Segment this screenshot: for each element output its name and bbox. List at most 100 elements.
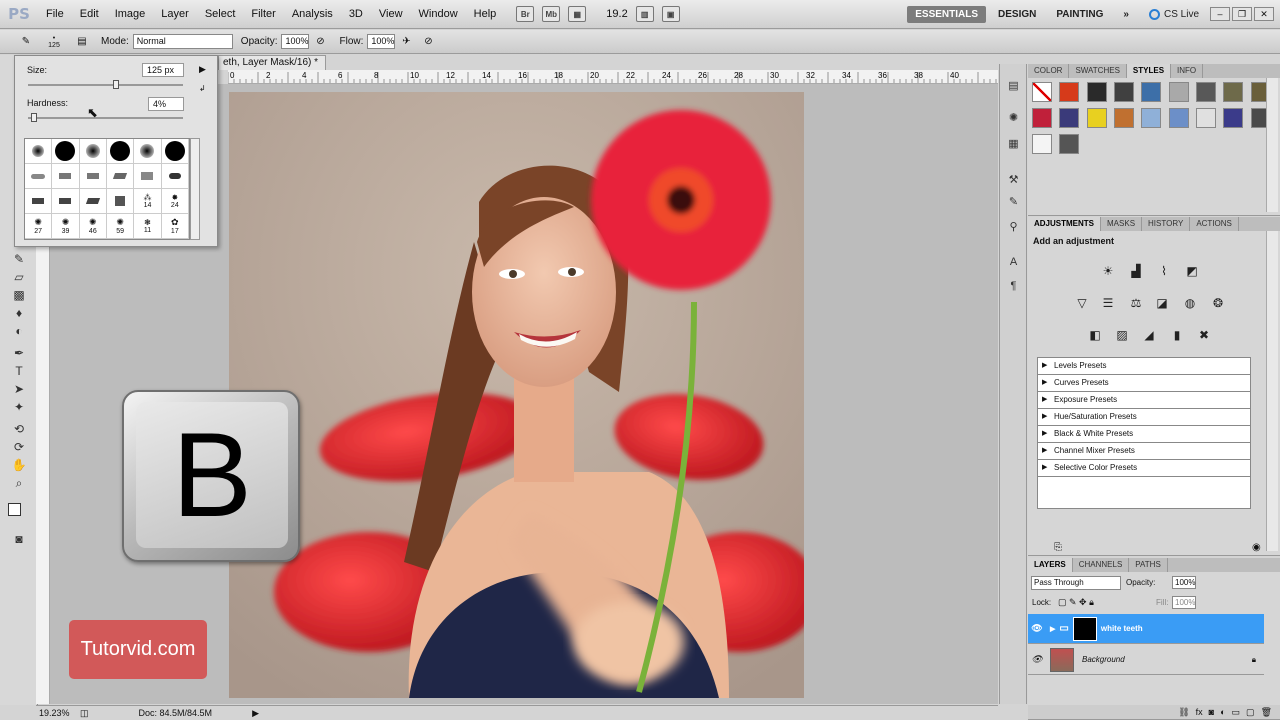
screen-mode-icon[interactable]: ▣	[661, 6, 680, 22]
brush-tip[interactable]: ✺ 27	[25, 214, 53, 239]
quick-mask-icon[interactable]: ◙	[10, 531, 28, 547]
brush-tips-grid[interactable]: ⁂ 14 ✸ 24 ✺ 27 ✺ 39 ✺ 46 ✺ 59 ❃ 11 ✿ 17	[24, 138, 190, 240]
expand-triangle-icon[interactable]: ▶	[1042, 375, 1047, 391]
menu-3d[interactable]: 3D	[341, 0, 371, 29]
hand-tool-icon[interactable]: ✋	[10, 457, 28, 473]
brush-tip[interactable]: ✿ 17	[161, 214, 189, 239]
layer-name[interactable]: Background	[1082, 655, 1125, 664]
menu-analysis[interactable]: Analysis	[284, 0, 341, 29]
brush-tip[interactable]	[79, 164, 107, 189]
style-swatch[interactable]	[1059, 108, 1080, 128]
black-white-icon[interactable]: ◪	[1152, 294, 1172, 312]
layer-thumbnail[interactable]	[1050, 647, 1074, 672]
style-swatch[interactable]	[1032, 108, 1052, 128]
tab-adjustments[interactable]: ADJUSTMENTS	[1028, 217, 1102, 231]
fill-field[interactable]: 100%	[1172, 596, 1196, 609]
blend-mode-select[interactable]: Pass Through	[1031, 576, 1121, 590]
clone-dock-icon[interactable]: ⚲	[1005, 219, 1022, 234]
opacity-field[interactable]: 100%	[281, 34, 310, 49]
document-tab[interactable]: eth, Layer Mask/16) * ×	[218, 55, 326, 70]
brush-tip[interactable]	[134, 139, 162, 164]
size-slider-thumb[interactable]	[113, 80, 119, 89]
brush-tip[interactable]	[52, 139, 80, 164]
visibility-eye-icon[interactable]: 👁︎	[1028, 654, 1046, 665]
layer-row-white-teeth[interactable]: 👁︎ ▶ ▭ white teeth	[1028, 614, 1264, 644]
menu-view[interactable]: View	[371, 0, 411, 29]
brush-tip[interactable]	[25, 189, 53, 214]
expand-triangle-icon[interactable]: ▶	[1042, 392, 1047, 408]
layer-style-icon[interactable]: fx	[1196, 707, 1203, 717]
delete-layer-icon[interactable]: 🗑︎	[1261, 707, 1272, 718]
adjustment-options-icon[interactable]: ◉	[1252, 542, 1261, 553]
brush-tip[interactable]	[25, 164, 53, 189]
styles-scrollbar[interactable]	[1266, 78, 1278, 212]
3d-orbit-tool-icon[interactable]: ⟳	[10, 439, 28, 455]
size-slider[interactable]	[28, 84, 183, 86]
brush-tip[interactable]	[134, 164, 162, 189]
expand-triangle-icon[interactable]: ▶	[1042, 409, 1047, 425]
preset-black-white[interactable]: ▶ Black & White Presets	[1038, 426, 1250, 443]
menu-filter[interactable]: Filter	[243, 0, 283, 29]
tab-info[interactable]: INFO	[1171, 64, 1204, 78]
brush-tip[interactable]: ✺ 59	[107, 214, 135, 239]
brush-dock-icon[interactable]: ✎	[1005, 194, 1022, 209]
popup-menu-icon[interactable]: ▶	[199, 64, 206, 75]
style-swatch[interactable]	[1196, 82, 1216, 102]
path-selection-tool-icon[interactable]: ➤	[10, 381, 28, 397]
color-swatches-icon[interactable]	[8, 503, 30, 523]
expand-triangle-icon[interactable]: ▶	[1042, 358, 1047, 374]
blur-tool-icon[interactable]: ♦	[10, 305, 28, 321]
brush-tool-preset-icon[interactable]: ✎	[18, 34, 34, 50]
menu-window[interactable]: Window	[411, 0, 466, 29]
style-swatch[interactable]	[1059, 82, 1080, 102]
status-menu-icon[interactable]: ▶	[252, 708, 259, 719]
tab-swatches[interactable]: SWATCHES	[1069, 64, 1127, 78]
view-extras-icon[interactable]: ▦	[568, 6, 587, 22]
minimize-button[interactable]: –	[1210, 7, 1230, 21]
brush-tip[interactable]	[79, 139, 107, 164]
mini-bridge-icon[interactable]: Mb	[542, 6, 561, 22]
tab-styles[interactable]: STYLES	[1126, 64, 1172, 78]
color-balance-icon[interactable]: ⚖	[1126, 294, 1146, 312]
zoom-tool-icon[interactable]: ⌕	[10, 475, 28, 491]
brush-tip[interactable]: ✺ 46	[79, 214, 107, 239]
hardness-slider-thumb[interactable]	[31, 113, 37, 122]
brush-tool-icon[interactable]: ✎	[10, 251, 28, 267]
brush-tip[interactable]	[161, 139, 189, 164]
minibridge-dock-icon[interactable]: ▤	[1005, 78, 1022, 93]
brush-tip[interactable]: ✸ 24	[161, 189, 189, 214]
hardness-slider[interactable]	[28, 117, 183, 119]
hue-saturation-icon[interactable]: ☰	[1098, 294, 1118, 312]
pressure-opacity-icon[interactable]: ⊘	[312, 34, 328, 50]
menu-file[interactable]: File	[38, 0, 72, 29]
preset-hue-saturation[interactable]: ▶ Hue/Saturation Presets	[1038, 409, 1250, 426]
tool-presets-dock-icon[interactable]: ⚒	[1005, 172, 1022, 187]
tab-paths[interactable]: PATHS	[1129, 558, 1168, 572]
style-swatch[interactable]	[1168, 82, 1189, 102]
status-info-icon[interactable]: ◫	[80, 708, 89, 719]
new-layer-icon[interactable]: ▢	[1246, 707, 1255, 718]
mode-select[interactable]: Normal	[132, 34, 233, 49]
more-workspaces-icon[interactable]: »	[1115, 6, 1137, 23]
link-layers-icon[interactable]: ⛓	[1178, 707, 1189, 718]
workspace-painting[interactable]: PAINTING	[1048, 6, 1111, 23]
style-swatch[interactable]	[1223, 82, 1244, 102]
gradient-map-icon[interactable]: ▮	[1167, 326, 1187, 344]
style-swatch[interactable]	[1141, 108, 1162, 128]
curves-icon[interactable]: ⌇	[1154, 262, 1174, 280]
3d-rotate-tool-icon[interactable]: ⟲	[10, 421, 28, 437]
type-tool-icon[interactable]: T	[10, 363, 28, 379]
style-swatch[interactable]	[1086, 108, 1107, 128]
tab-color[interactable]: COLOR	[1028, 64, 1070, 78]
exposure-icon[interactable]: ◩	[1182, 262, 1202, 280]
clip-to-layer-icon[interactable]: ⎘	[1054, 542, 1062, 553]
tab-channels[interactable]: CHANNELS	[1073, 558, 1130, 572]
restore-button[interactable]: ❐	[1232, 7, 1252, 21]
menu-image[interactable]: Image	[107, 0, 154, 29]
pen-tool-icon[interactable]: ✒	[10, 345, 28, 361]
menu-select[interactable]: Select	[197, 0, 244, 29]
brush-tip[interactable]	[52, 164, 80, 189]
style-swatch[interactable]	[1196, 108, 1216, 128]
flow-field[interactable]: 100%	[367, 34, 396, 49]
levels-icon[interactable]: ▟	[1126, 262, 1146, 280]
